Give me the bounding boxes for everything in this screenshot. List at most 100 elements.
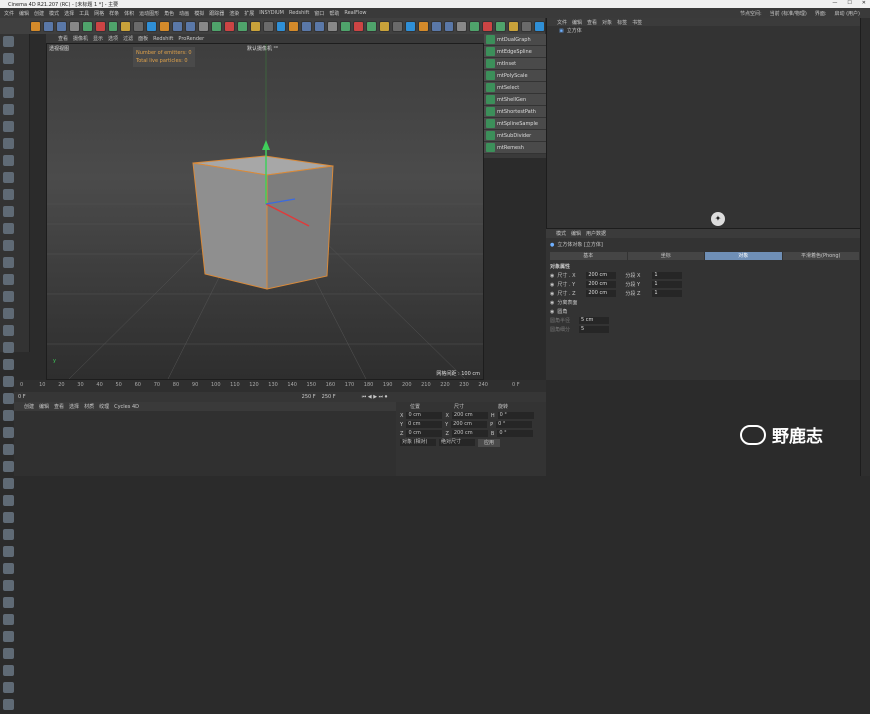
toolbar-icon[interactable] — [30, 20, 41, 32]
toolbar-icon[interactable] — [314, 20, 326, 32]
toolbar-icon[interactable] — [68, 20, 80, 32]
viewport-menu-item[interactable]: ProRender — [178, 36, 204, 42]
coord-mode-select[interactable]: 对象 (相对) — [400, 439, 436, 446]
material-menu-item[interactable]: 编辑 — [39, 403, 49, 410]
plugin-item[interactable]: mtPolyScale — [484, 70, 546, 82]
tool-icon[interactable] — [3, 104, 14, 115]
menu-item[interactable]: 窗口 — [314, 10, 324, 17]
menu-item[interactable]: 渲染 — [229, 10, 239, 17]
tool-icon[interactable] — [3, 699, 14, 710]
toolbar-icon[interactable] — [301, 20, 313, 32]
tool-icon[interactable] — [3, 240, 14, 251]
material-menu-item[interactable]: 纹理 — [99, 403, 109, 410]
toolbar-icon[interactable] — [456, 20, 468, 32]
tool-icon[interactable] — [3, 172, 14, 183]
toolbar-icon[interactable] — [404, 20, 416, 32]
tool-icon[interactable] — [3, 274, 14, 285]
attr-menu-item[interactable]: 编辑 — [571, 230, 581, 237]
tool-icon[interactable] — [3, 427, 14, 438]
coord-bv[interactable]: 200 cm — [451, 412, 488, 419]
menu-right-item[interactable]: 启动 (用户) — [835, 10, 861, 17]
menu-item[interactable]: 帮助 — [329, 10, 339, 17]
attr-tab[interactable]: 对象 — [705, 252, 783, 260]
toolbar-icon[interactable] — [391, 20, 403, 32]
menu-item[interactable]: RealFlow — [344, 10, 366, 16]
menu-right-item[interactable]: 当前 (标准/物理) — [770, 10, 807, 17]
size-field[interactable]: 200 cm — [586, 290, 617, 297]
toolbar-icon[interactable] — [482, 20, 494, 32]
toolbar-icon[interactable] — [327, 20, 339, 32]
attr-menu-item[interactable]: 模式 — [556, 230, 566, 237]
coord-av[interactable]: 0 cm — [406, 412, 443, 419]
segment-field[interactable]: 1 — [652, 281, 683, 288]
tool-icon[interactable] — [3, 495, 14, 506]
tool-icon[interactable] — [3, 359, 14, 370]
toolbar-icon[interactable] — [94, 20, 106, 32]
tool-icon[interactable] — [3, 87, 14, 98]
attr-menu-item[interactable]: 用户数据 — [586, 230, 606, 237]
material-menu-item[interactable]: 查看 — [54, 403, 64, 410]
toolbar-icon[interactable] — [262, 20, 274, 32]
coord-av[interactable]: 0 cm — [406, 430, 443, 437]
radio-icon[interactable]: ◉ — [550, 291, 554, 297]
tool-icon[interactable] — [3, 257, 14, 268]
toolbar-icon[interactable] — [430, 20, 442, 32]
toolbar-icon[interactable] — [185, 20, 196, 32]
tool-icon[interactable] — [3, 53, 14, 64]
plugin-item[interactable]: mtInset — [484, 58, 546, 70]
menu-right-item[interactable]: 界面: — [815, 10, 827, 17]
viewport-menu-item[interactable]: 过滤 — [123, 35, 133, 42]
toolbar-icon[interactable] — [469, 20, 481, 32]
toolbar-icon[interactable] — [133, 20, 145, 32]
toolbar-icon[interactable] — [495, 20, 507, 32]
maximize-icon[interactable]: ☐ — [847, 0, 851, 6]
menu-item[interactable]: 模式 — [49, 10, 59, 17]
viewport-menu-item[interactable]: 选项 — [108, 35, 118, 42]
tool-icon[interactable] — [3, 682, 14, 693]
plugin-item[interactable]: mtShellGen — [484, 94, 546, 106]
tool-icon[interactable] — [3, 206, 14, 217]
viewport[interactable]: 透视视图 默认摄像机 ⁰° Number of emitters: 0 Tota… — [46, 43, 484, 380]
plugin-item[interactable]: mtDualGraph — [484, 34, 546, 46]
toolbar-icon[interactable] — [236, 20, 248, 32]
attr-tab[interactable]: 平滑着色(Phong) — [782, 252, 860, 260]
fillet-row[interactable]: ◉ 圆角 — [546, 307, 860, 316]
toolbar-icon[interactable] — [172, 20, 184, 32]
menu-item[interactable]: 文件 — [4, 10, 14, 17]
viewport-menu-item[interactable]: Redshift — [153, 36, 173, 42]
toolbar-icon[interactable] — [533, 20, 545, 32]
tool-icon[interactable] — [3, 138, 14, 149]
end-frame[interactable]: 250 F — [302, 394, 316, 400]
menu-item[interactable]: 角色 — [164, 10, 174, 17]
coord-av[interactable]: 0 cm — [406, 421, 443, 428]
material-menu-item[interactable]: 材质 — [84, 403, 94, 410]
menu-item[interactable]: 选择 — [64, 10, 74, 17]
play-controls[interactable]: ⏮ ◀ ▶ ⏭ ⏺ — [362, 394, 388, 400]
tool-icon[interactable] — [3, 461, 14, 472]
toolbar-icon[interactable] — [146, 20, 158, 32]
tool-icon[interactable] — [3, 223, 14, 234]
toolbar-icon[interactable] — [275, 20, 287, 32]
object-menu-item[interactable]: 文件 — [557, 19, 567, 26]
toolbar-icon[interactable] — [107, 20, 119, 32]
radio-icon[interactable]: ◉ — [550, 282, 554, 288]
tool-icon[interactable] — [3, 597, 14, 608]
material-menu-item[interactable]: 创建 — [24, 403, 34, 410]
menu-item[interactable]: 模拟 — [194, 10, 204, 17]
tool-icon[interactable] — [3, 121, 14, 132]
coord-cv[interactable]: 0 ° — [496, 421, 533, 428]
menu-item[interactable]: 体积 — [124, 10, 134, 17]
tool-icon[interactable] — [3, 648, 14, 659]
radio-icon[interactable]: ◉ — [550, 273, 554, 279]
tool-icon[interactable] — [3, 580, 14, 591]
menu-item[interactable]: INSYDIUM — [259, 10, 284, 16]
toolbar-icon[interactable] — [417, 20, 429, 32]
toolbar-icon[interactable] — [378, 20, 390, 32]
tool-icon[interactable] — [3, 631, 14, 642]
object-menu-item[interactable]: 查看 — [587, 19, 597, 26]
segment-field[interactable]: 1 — [652, 290, 683, 297]
tool-icon[interactable] — [3, 325, 14, 336]
plugin-item[interactable]: mtRemesh — [484, 142, 546, 154]
tool-icon[interactable] — [3, 478, 14, 489]
toolbar-icon[interactable] — [197, 20, 209, 32]
